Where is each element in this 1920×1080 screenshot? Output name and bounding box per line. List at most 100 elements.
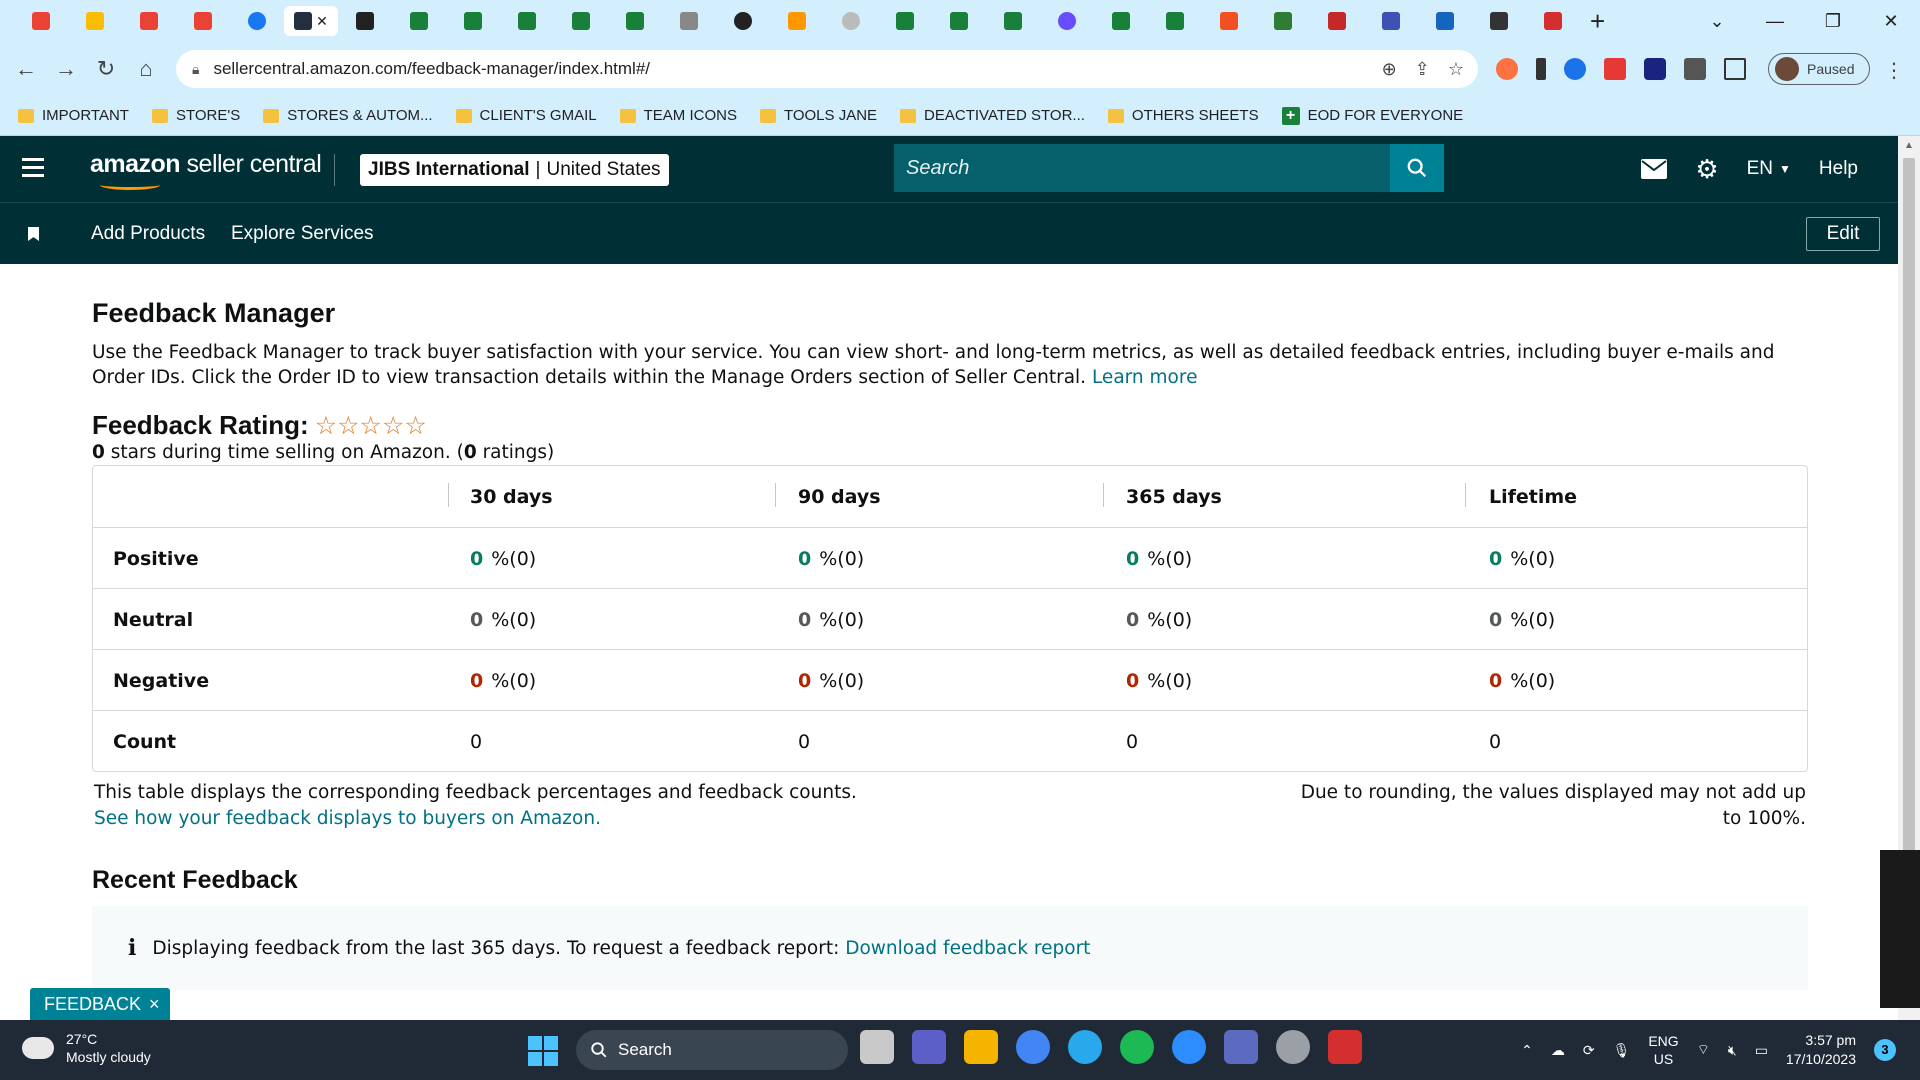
side-panel-icon[interactable] — [1724, 58, 1746, 80]
back-icon[interactable]: ← — [6, 56, 46, 82]
home-icon[interactable]: ⌂ — [126, 56, 166, 82]
extension-icon[interactable] — [1536, 58, 1546, 80]
browser-tab[interactable] — [68, 6, 122, 36]
extension-icon[interactable] — [1644, 58, 1666, 80]
bookmark-item[interactable]: IMPORTANT — [18, 107, 129, 124]
task-view-icon[interactable] — [860, 1030, 894, 1064]
close-window-icon[interactable]: ✕ — [1862, 11, 1920, 32]
browser-tab[interactable] — [932, 6, 986, 36]
browser-tab[interactable] — [1148, 6, 1202, 36]
puzzle-icon[interactable] — [1684, 58, 1706, 80]
video-thumbnail[interactable] — [1880, 850, 1920, 1008]
share-icon[interactable]: ⇪ — [1415, 59, 1430, 80]
restore-icon[interactable]: ❐ — [1804, 11, 1862, 32]
hamburger-menu-icon[interactable] — [22, 158, 44, 182]
extension-icon[interactable] — [1496, 58, 1518, 80]
browser-tab[interactable] — [1364, 6, 1418, 36]
amazon-seller-central-logo[interactable]: amazon seller central — [90, 150, 322, 190]
lock-icon[interactable]: 🔒︎ — [192, 61, 199, 78]
browser-tab[interactable] — [554, 6, 608, 36]
browser-tab[interactable] — [446, 6, 500, 36]
bookmark-item[interactable]: + EOD FOR EVERYONE — [1281, 106, 1463, 125]
input-language[interactable]: ENG US — [1648, 1032, 1678, 1068]
browser-tab[interactable] — [878, 6, 932, 36]
bookmark-item[interactable]: STORE'S — [151, 107, 240, 124]
language-selector[interactable]: EN ▼ — [1747, 158, 1791, 180]
search-button[interactable] — [1390, 144, 1444, 192]
nav-add-products[interactable]: Add Products — [91, 223, 205, 245]
browser-tab[interactable] — [338, 6, 392, 36]
see-feedback-display-link[interactable]: See how your feedback displays to buyers… — [94, 808, 601, 829]
browser-tab[interactable] — [662, 6, 716, 36]
extension-icon[interactable] — [1564, 58, 1586, 80]
settings-gear-icon[interactable]: ⚙ — [1695, 154, 1718, 185]
download-feedback-report-link[interactable]: Download feedback report — [845, 938, 1090, 959]
browser-tab[interactable] — [1040, 6, 1094, 36]
bookmark-item[interactable]: TOOLS JANE — [759, 107, 877, 124]
bookmark-item[interactable]: OTHERS SHEETS — [1107, 107, 1259, 124]
wifi-icon[interactable]: ⌔ — [1697, 1041, 1710, 1059]
close-icon[interactable]: × — [149, 994, 160, 1015]
browser-tab[interactable] — [824, 6, 878, 36]
bookmark-flag-icon[interactable] — [28, 227, 39, 241]
help-link[interactable]: Help — [1819, 158, 1858, 180]
url-bar[interactable]: 🔒︎ sellercentral.amazon.com/feedback-man… — [176, 50, 1478, 88]
teams-icon[interactable] — [912, 1030, 946, 1064]
profile-button[interactable]: Paused — [1768, 53, 1870, 85]
settings-icon[interactable] — [1276, 1030, 1310, 1064]
taskbar-search[interactable]: Search — [576, 1030, 848, 1070]
telegram-icon[interactable] — [1068, 1030, 1102, 1064]
browser-tab[interactable] — [176, 6, 230, 36]
zoom-icon[interactable]: ⊕ — [1382, 59, 1397, 80]
browser-tab[interactable] — [1094, 6, 1148, 36]
browser-tab[interactable] — [500, 6, 554, 36]
bookmark-item[interactable]: CLIENT'S GMAIL — [455, 107, 597, 124]
battery-icon[interactable]: ▭ — [1755, 1042, 1768, 1059]
browser-tab[interactable] — [1418, 6, 1472, 36]
clock[interactable]: 3:57 pm 17/10/2023 — [1786, 1031, 1856, 1069]
forward-icon[interactable]: → — [46, 56, 86, 82]
zoom-icon[interactable] — [1172, 1030, 1206, 1064]
chevron-up-icon[interactable]: ⌃ — [1521, 1042, 1533, 1059]
file-explorer-icon[interactable] — [964, 1030, 998, 1064]
notification-badge[interactable]: 3 — [1874, 1039, 1896, 1061]
browser-tab[interactable] — [716, 6, 770, 36]
scrollbar-thumb[interactable] — [1903, 158, 1915, 878]
browser-tab[interactable] — [770, 6, 824, 36]
search-input[interactable] — [894, 144, 1384, 192]
edit-button[interactable]: Edit — [1806, 217, 1880, 251]
onedrive-icon[interactable]: ☁ — [1551, 1042, 1565, 1059]
minimize-icon[interactable]: — — [1746, 11, 1804, 32]
bookmark-item[interactable]: TEAM ICONS — [619, 107, 737, 124]
close-tab-icon[interactable]: ✕ — [316, 13, 328, 30]
browser-tab[interactable] — [1256, 6, 1310, 36]
browser-tab[interactable] — [14, 6, 68, 36]
star-bookmark-icon[interactable]: ☆ — [1448, 59, 1464, 80]
feedback-tab[interactable]: FEEDBACK × — [30, 988, 170, 1020]
bookmark-item[interactable]: DEACTIVATED STOR... — [900, 107, 1085, 124]
browser-tab[interactable] — [230, 6, 284, 36]
bookmark-item[interactable]: STORES & AUTOM... — [263, 107, 433, 124]
reload-icon[interactable]: ↻ — [86, 56, 126, 82]
browser-tab[interactable] — [1310, 6, 1364, 36]
chrome-icon[interactable] — [1016, 1030, 1050, 1064]
weather-widget[interactable]: 27°C Mostly cloudy — [18, 1030, 151, 1066]
browser-tab[interactable] — [1202, 6, 1256, 36]
browser-tab[interactable] — [1472, 6, 1526, 36]
menu-icon[interactable]: ⋮ — [1884, 58, 1904, 83]
browser-tab[interactable] — [1526, 6, 1580, 36]
store-switcher[interactable]: JIBS International | United States — [360, 154, 669, 186]
windows-start-icon[interactable] — [528, 1036, 558, 1066]
volume-muted-icon[interactable]: 🔇︎ — [1728, 1042, 1737, 1059]
browser-tab[interactable] — [608, 6, 662, 36]
tab-search-icon[interactable]: ⌄ — [1688, 11, 1746, 32]
nav-explore-services[interactable]: Explore Services — [231, 223, 374, 245]
wps-office-icon[interactable] — [1328, 1030, 1362, 1064]
extension-icon[interactable] — [1604, 58, 1626, 80]
microphone-icon[interactable]: 🎙︎ — [1613, 1042, 1631, 1059]
learn-more-link[interactable]: Learn more — [1092, 367, 1198, 388]
browser-tab[interactable] — [122, 6, 176, 36]
mail-icon[interactable] — [1641, 159, 1668, 179]
browser-tab[interactable] — [986, 6, 1040, 36]
calculator-icon[interactable] — [1224, 1030, 1258, 1064]
